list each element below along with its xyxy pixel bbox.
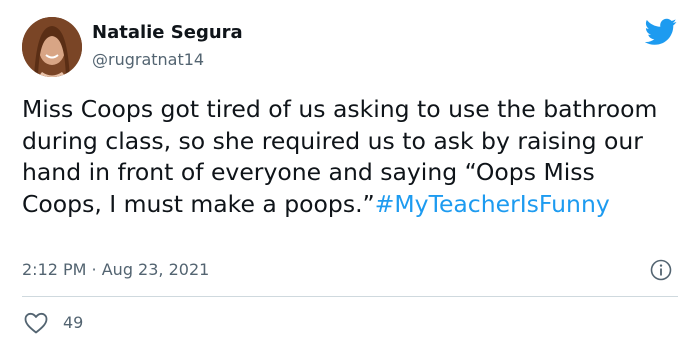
tweet-card: Natalie Segura @rugratnat14 Miss Coops g… (0, 0, 700, 349)
divider (22, 296, 678, 297)
hashtag-link[interactable]: #MyTeacherIsFunny (375, 190, 610, 218)
heart-icon[interactable] (24, 312, 48, 334)
tweet-text: Miss Coops got tired of us asking to use… (22, 94, 672, 220)
info-icon[interactable] (650, 259, 672, 281)
twitter-logo-icon[interactable] (645, 18, 677, 46)
tweet-timestamp[interactable]: 2:12 PM · Aug 23, 2021 (22, 260, 209, 279)
avatar[interactable] (22, 17, 82, 77)
like-count: 49 (63, 313, 84, 332)
user-handle[interactable]: @rugratnat14 (92, 50, 204, 69)
profile-photo-icon (22, 17, 82, 77)
display-name[interactable]: Natalie Segura (92, 22, 243, 43)
